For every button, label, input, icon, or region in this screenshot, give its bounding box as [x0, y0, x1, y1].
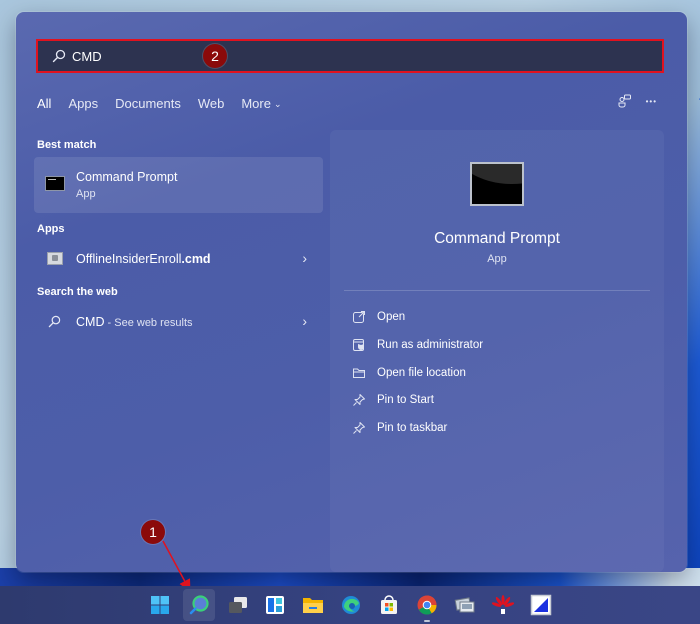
taskbar-widgets-button[interactable] [259, 589, 291, 621]
best-match-item[interactable]: Command Prompt App [34, 157, 323, 213]
filter-tabs: All Apps Documents Web More ⌄ [37, 96, 299, 116]
taskbar-search-button[interactable] [183, 589, 215, 621]
edge-icon [342, 596, 360, 614]
callout-2: 2 [203, 44, 227, 68]
taskbar-store-button[interactable] [373, 589, 405, 621]
taskbar [0, 586, 700, 624]
tab-documents[interactable]: Documents [115, 96, 181, 116]
folder-icon [353, 368, 365, 378]
web-result-text: CMD - See web results [76, 315, 193, 329]
task-view-icon [229, 597, 247, 613]
blue-triangle-app-icon [530, 594, 552, 616]
search-icon [189, 595, 209, 615]
section-best-match: Best match [37, 139, 97, 151]
command-prompt-icon [470, 162, 524, 206]
search-box[interactable] [36, 39, 664, 73]
app-result-title: OfflineInsiderEnroll.cmd [76, 252, 211, 266]
section-search-web: Search the web [37, 286, 118, 298]
taskbar-huawei-button[interactable] [487, 589, 519, 621]
search-icon [52, 49, 66, 63]
callout-1: 1 [141, 520, 165, 544]
web-result-item[interactable]: CMD - See web results › [34, 307, 323, 337]
section-apps: Apps [37, 223, 65, 235]
network-app-icon [454, 597, 475, 613]
pin-icon [353, 394, 365, 406]
preview-title: Command Prompt [434, 230, 560, 247]
web-suffix: - See web results [104, 317, 193, 329]
command-prompt-icon [45, 176, 65, 191]
action-pin-to-start[interactable]: Pin to Start [352, 390, 434, 410]
open-external-icon [353, 311, 365, 323]
windows-start-icon [151, 596, 169, 614]
more-options-icon[interactable]: ••• [646, 97, 657, 106]
running-indicator [424, 620, 430, 622]
share-devices-icon[interactable] [618, 94, 632, 108]
chevron-right-icon[interactable]: › [302, 313, 307, 329]
action-pin-to-taskbar[interactable]: Pin to taskbar [352, 418, 447, 438]
store-icon [381, 595, 397, 614]
chevron-down-icon: ⌄ [273, 99, 282, 109]
taskbar-edge-button[interactable] [335, 589, 367, 621]
search-panel: 2 All Apps Documents Web More⌄ ••• Best … [16, 12, 687, 572]
taskbar-app-shortcut-button[interactable] [525, 589, 557, 621]
web-query: CMD [76, 315, 105, 329]
action-open[interactable]: Open [352, 307, 405, 327]
pin-icon [353, 422, 365, 434]
tab-web[interactable]: Web [198, 96, 225, 116]
search-icon [48, 315, 61, 328]
divider [344, 290, 650, 291]
taskbar-task-view-button[interactable] [222, 589, 254, 621]
widgets-icon [266, 596, 284, 614]
huawei-icon [492, 595, 514, 614]
file-explorer-icon [303, 598, 323, 613]
taskbar-start-button[interactable] [144, 589, 176, 621]
action-run-as-admin-label: Run as administrator [377, 339, 484, 351]
app-result-name: OfflineInsiderEnroll [76, 252, 182, 266]
taskbar-file-explorer-button[interactable] [297, 589, 329, 621]
best-match-subtitle: App [76, 188, 96, 200]
action-open-file-location-label: Open file location [377, 367, 466, 379]
run-as-admin-icon [353, 339, 364, 351]
preview-subtitle: App [487, 253, 507, 265]
taskbar-chrome-button[interactable] [411, 589, 443, 622]
action-open-file-location[interactable]: Open file location [352, 363, 466, 383]
chrome-icon [417, 595, 437, 615]
tab-more[interactable]: More ⌄ [241, 96, 281, 116]
preview-pane: Command Prompt App Open Run as administr… [330, 130, 664, 572]
chevron-right-icon[interactable]: › [302, 250, 307, 266]
action-open-label: Open [377, 311, 406, 323]
action-pin-to-taskbar-label: Pin to taskbar [377, 422, 448, 434]
top-right-icons: ••• [618, 94, 657, 108]
app-result-extension: .cmd [181, 252, 211, 266]
search-input[interactable] [72, 46, 272, 66]
best-match-title: Command Prompt [76, 170, 178, 184]
taskbar-network-app-button[interactable] [449, 589, 481, 621]
action-pin-to-start-label: Pin to Start [377, 394, 434, 406]
cmd-script-icon [47, 252, 63, 265]
app-result-item[interactable]: OfflineInsiderEnroll.cmd › [34, 244, 323, 274]
tab-all[interactable]: All [37, 96, 51, 116]
tab-apps[interactable]: Apps [68, 96, 98, 116]
tab-more-label: More [241, 96, 271, 111]
action-run-as-admin[interactable]: Run as administrator [352, 335, 483, 355]
